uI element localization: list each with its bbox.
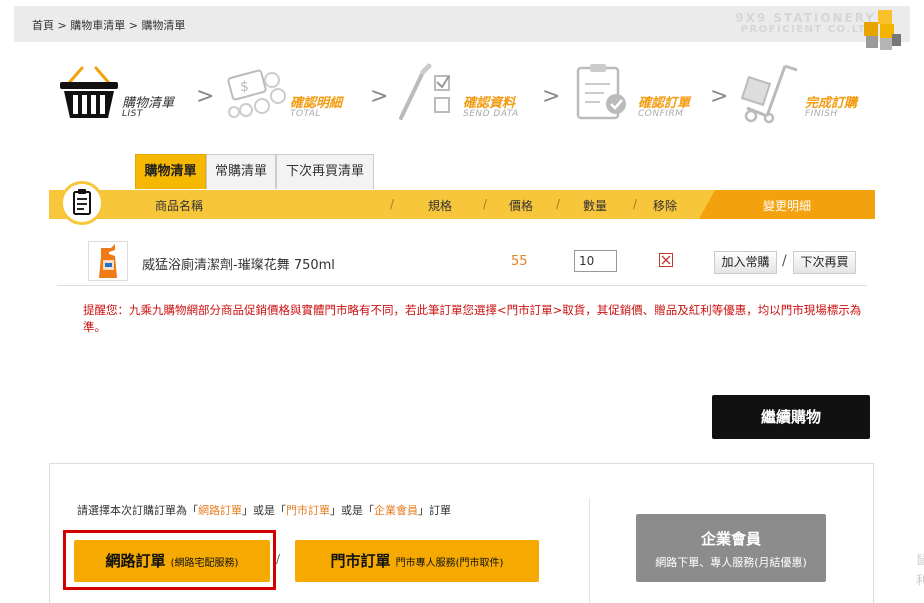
- breadcrumb-current: 購物清單: [141, 19, 186, 32]
- breadcrumb-home[interactable]: 首頁: [32, 17, 54, 33]
- header-change-details: 變更明細: [699, 190, 875, 219]
- tab-shopping-list[interactable]: 購物清單: [135, 154, 206, 189]
- brand-cubes-logo-icon: [864, 10, 901, 50]
- price-notice: 提醒您：九乘九購物網部分商品促銷價格與實體門市略有不同，若此筆訂單您選擇<門市訂…: [83, 303, 862, 334]
- clipboard-check-icon: [576, 64, 626, 120]
- product-price: 55: [511, 254, 528, 269]
- tab-buy-next-list[interactable]: 下次再買清單: [276, 154, 374, 189]
- prompt-highlight-store: 門市訂單: [286, 504, 330, 517]
- step-sub: FINISH: [805, 109, 838, 119]
- prompt-text: 「: [187, 504, 198, 517]
- order-separator: /: [276, 552, 281, 566]
- corporate-member-button[interactable]: 企業會員 網路下單、專人服務(月結優惠): [636, 514, 826, 582]
- add-to-regular-button[interactable]: 加入常購: [714, 251, 777, 274]
- product-name[interactable]: 威猛浴廁清潔劑-璀璨花舞 750ml: [142, 254, 335, 273]
- remove-item-icon[interactable]: [659, 253, 673, 267]
- header-remove: 移除: [653, 199, 678, 213]
- order-type-prompt: 請選擇本次訂購訂單為「網路訂單」或是「門市訂單」或是「企業會員」訂單: [77, 502, 451, 518]
- prompt-text: 或是: [341, 504, 363, 517]
- order-divider: [589, 498, 590, 603]
- step-total: $ 確認明細 TOTAL: [226, 62, 356, 122]
- step-sub: CONFIRM: [638, 109, 684, 119]
- prompt-text: 」: [330, 504, 341, 517]
- brand-line-1: 9X9 STATIONERY: [735, 11, 876, 25]
- header-divider: /: [633, 197, 638, 211]
- list-badge: [60, 181, 104, 225]
- prompt-text: 訂單: [429, 504, 451, 517]
- brand-text: 9X9 STATIONERY PROFICIENT CO.LTD: [735, 12, 876, 36]
- breadcrumb: 首頁 > 購物車清單 > 購物清單: [32, 17, 185, 33]
- prompt-text: 」: [242, 504, 253, 517]
- prompt-text: 「: [275, 504, 286, 517]
- header-qty: 數量: [583, 199, 608, 213]
- brand-line-2: PROFICIENT CO.LTD: [740, 24, 876, 35]
- header-product-name: 商品名稱: [155, 199, 204, 213]
- edge-glyph: 鼠: [916, 553, 924, 567]
- step-arrow: >: [370, 84, 389, 109]
- cleaner-bottle-image: [99, 244, 117, 278]
- store-order-title: 門市訂單: [330, 552, 391, 570]
- step-arrow: >: [196, 84, 215, 109]
- checklist-pen-icon: [399, 63, 450, 120]
- table-header: 商品名稱 / 規格 / 價格 / 數量 / 移除 變更明細: [49, 190, 875, 219]
- step-confirm: 確認訂單 CONFIRM: [574, 62, 704, 122]
- header-divider: /: [483, 197, 488, 211]
- step-list: 購物清單 LIST: [58, 62, 198, 122]
- prompt-text: 」: [418, 504, 429, 517]
- highlight-frame: [63, 530, 276, 590]
- step-finish: 完成訂購 FINISH: [737, 62, 867, 124]
- prompt-text: 或是: [253, 504, 275, 517]
- prompt-text: 請選擇本次訂購訂單為: [77, 504, 187, 517]
- header-divider: /: [556, 197, 561, 211]
- prompt-text: 「: [363, 504, 374, 517]
- header-spec: 規格: [428, 199, 453, 213]
- breadcrumb-separator: >: [57, 19, 67, 32]
- store-order-button[interactable]: 門市訂單 門市專人服務(門市取件): [295, 540, 539, 582]
- hand-truck-icon: [740, 64, 798, 124]
- step-sub: LIST: [122, 109, 143, 119]
- tab-regular-list[interactable]: 常購清單: [206, 154, 276, 189]
- svg-text:$: $: [240, 79, 249, 95]
- prompt-highlight-corporate: 企業會員: [374, 504, 418, 517]
- step-send-data: 確認資料 SEND DATA: [397, 62, 527, 122]
- prompt-highlight-online: 網路訂單: [198, 504, 242, 517]
- continue-shopping-button[interactable]: 繼續購物: [712, 395, 870, 439]
- header-change-label: 變更明細: [763, 199, 812, 213]
- step-sub: TOTAL: [290, 109, 321, 119]
- buy-next-time-button[interactable]: 下次再買: [793, 251, 856, 274]
- header-divider: /: [390, 197, 395, 211]
- breadcrumb-cart[interactable]: 購物車清單: [70, 17, 125, 33]
- quantity-input[interactable]: [574, 250, 617, 272]
- product-thumbnail[interactable]: [88, 241, 128, 281]
- corporate-title: 企業會員: [700, 530, 761, 548]
- step-arrow: >: [542, 84, 561, 109]
- row-divider: [57, 285, 867, 286]
- basket-icon: [60, 66, 118, 118]
- edge-glyph: 利: [916, 573, 924, 587]
- header-price: 價格: [509, 199, 534, 213]
- breadcrumb-separator: >: [128, 19, 138, 32]
- store-order-sub: 門市專人服務(門市取件): [395, 558, 504, 569]
- coins-icon: $: [227, 69, 286, 118]
- corporate-sub: 網路下單、專人服務(月結優惠): [655, 556, 807, 569]
- action-separator: /: [782, 253, 787, 269]
- step-sub: SEND DATA: [463, 109, 519, 119]
- step-arrow: >: [710, 84, 729, 109]
- clipboard-list-icon: [73, 189, 91, 215]
